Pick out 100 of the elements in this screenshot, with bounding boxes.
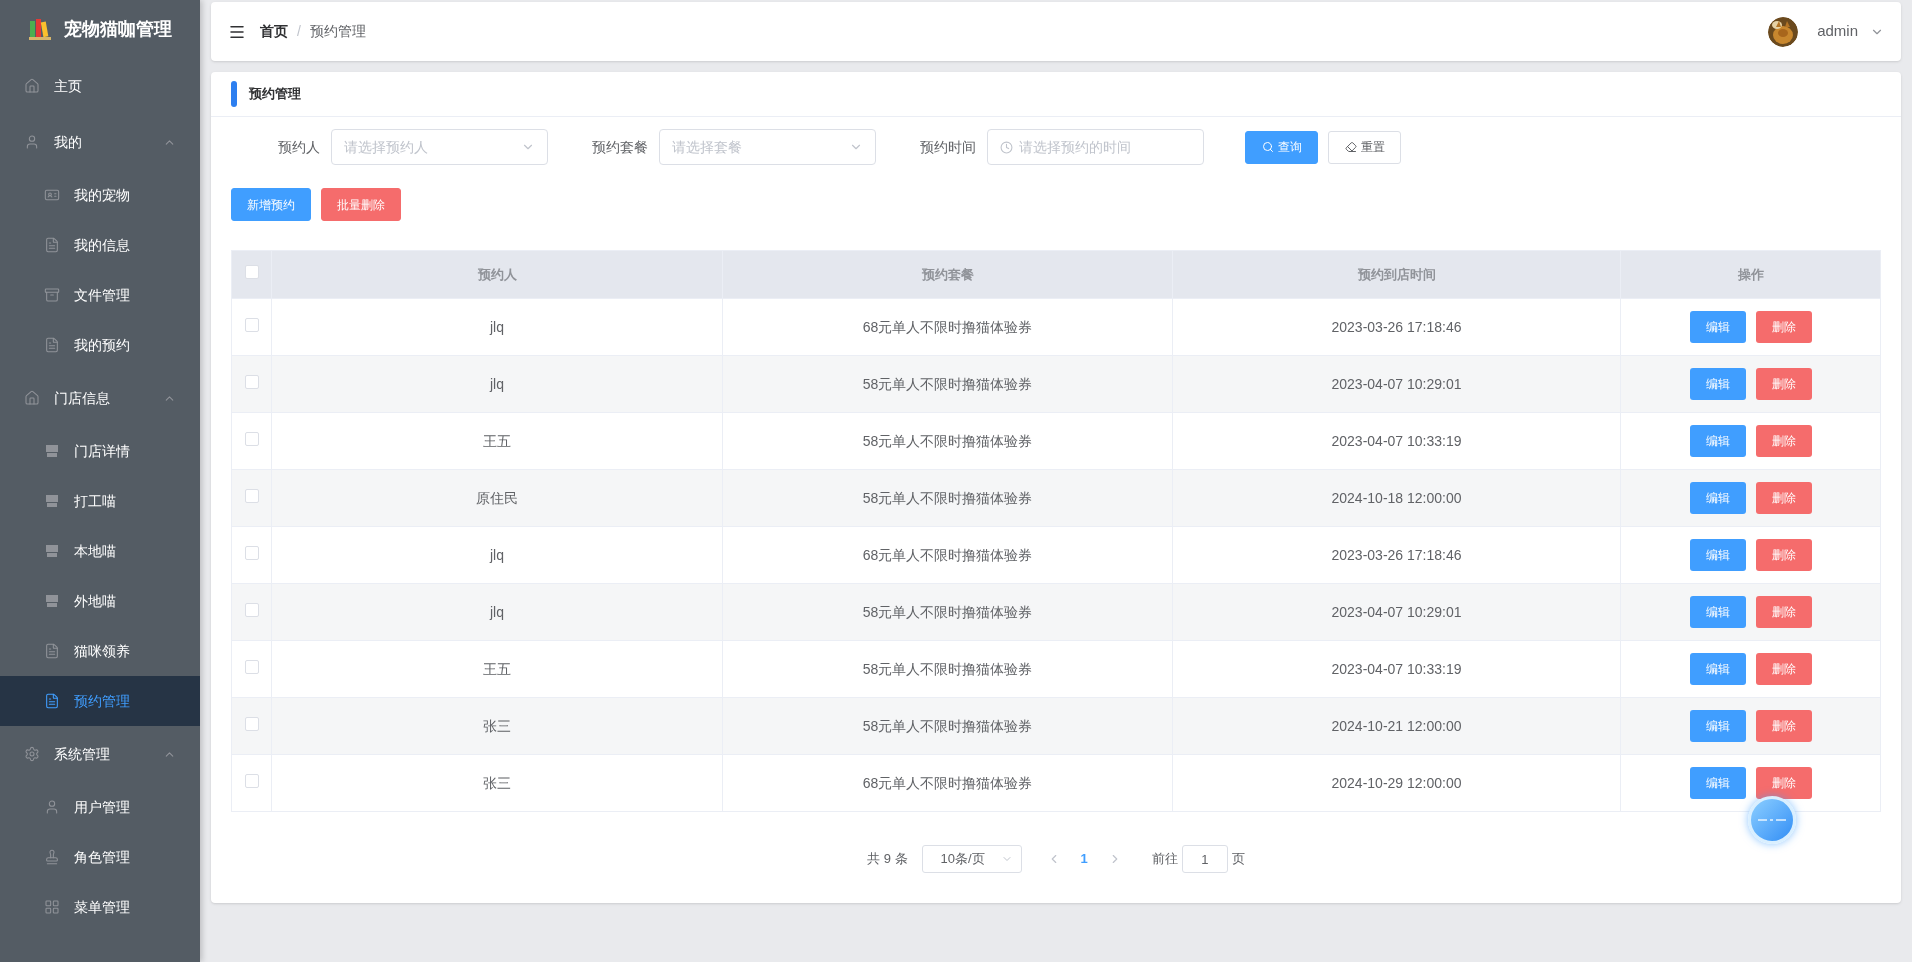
menu-item[interactable]: 本地喵 <box>0 526 200 576</box>
menu-group[interactable]: 门店信息 <box>0 370 200 426</box>
table-cell: jlq <box>271 583 723 641</box>
checkbox[interactable] <box>244 317 259 332</box>
select-field[interactable]: 请选择预约人 <box>331 129 548 165</box>
edit-button[interactable]: 编辑 <box>1689 368 1746 400</box>
edit-button[interactable]: 编辑 <box>1689 710 1746 742</box>
table-cell: 2023-03-26 17:18:46 <box>1172 526 1621 584</box>
shop-icon <box>44 443 60 459</box>
goto-label: 前往 <box>1151 850 1178 869</box>
checkbox[interactable] <box>244 716 259 731</box>
delete-button[interactable]: 删除 <box>1755 311 1812 343</box>
document-icon <box>44 237 60 253</box>
edit-button[interactable]: 编辑 <box>1689 767 1746 799</box>
checkbox[interactable] <box>244 545 259 560</box>
edit-button[interactable]: 编辑 <box>1689 653 1746 685</box>
menu-item[interactable]: 文件管理 <box>0 270 200 320</box>
reset-button[interactable]: 重置 <box>1328 130 1401 164</box>
table-cell: 68元单人不限时撸猫体验券 <box>722 298 1173 356</box>
column-header: 预约到店时间 <box>1172 250 1621 299</box>
checkbox[interactable] <box>244 431 259 446</box>
menu-item[interactable]: 角色管理 <box>0 832 200 882</box>
menu-item[interactable]: 猫咪领养 <box>0 626 200 676</box>
delete-button[interactable]: 删除 <box>1755 767 1812 799</box>
page-size-select[interactable]: 10条/页 <box>921 845 1022 873</box>
checkbox[interactable] <box>244 374 259 389</box>
delete-button[interactable]: 删除 <box>1755 368 1812 400</box>
edit-button[interactable]: 编辑 <box>1689 596 1746 628</box>
table-cell: 58元单人不限时撸猫体验券 <box>722 583 1173 641</box>
badge-icon <box>44 187 60 203</box>
menu-group[interactable]: 主页 <box>0 58 200 114</box>
app-title: 宠物猫咖管理 <box>64 17 172 41</box>
column-header: 预约套餐 <box>722 250 1173 299</box>
delete-button[interactable]: 删除 <box>1755 425 1812 457</box>
shop-icon <box>44 593 60 609</box>
menu-item[interactable]: 菜单管理 <box>0 882 200 932</box>
floating-assistant-button[interactable] <box>1748 796 1796 844</box>
delete-button[interactable]: 删除 <box>1755 482 1812 514</box>
table-cell: 张三 <box>271 697 723 755</box>
column-header: 操作 <box>1620 250 1881 299</box>
breadcrumb-item[interactable]: 首页 <box>260 21 288 42</box>
table-cell: 58元单人不限时撸猫体验券 <box>722 412 1173 470</box>
table-cell: 2023-03-26 17:18:46 <box>1172 298 1621 356</box>
edit-button[interactable]: 编辑 <box>1689 311 1746 343</box>
stamp-icon <box>44 849 60 865</box>
menu-item[interactable]: 我的宠物 <box>0 170 200 220</box>
delete-button[interactable]: 删除 <box>1755 539 1812 571</box>
menu-item[interactable]: 门店详情 <box>0 426 200 476</box>
checkbox[interactable] <box>244 659 259 674</box>
house-icon <box>24 78 40 94</box>
menu-item[interactable]: 我的信息 <box>0 220 200 270</box>
user-icon <box>24 134 40 150</box>
menu-group[interactable]: 我的 <box>0 114 200 170</box>
search-icon <box>1261 141 1274 153</box>
title-marker <box>231 81 237 107</box>
menu-item[interactable]: 我的预约 <box>0 320 200 370</box>
shop-icon <box>44 543 60 559</box>
menu-item[interactable]: 外地喵 <box>0 576 200 626</box>
table-cell: 68元单人不限时撸猫体验券 <box>722 526 1173 584</box>
batch-delete-button[interactable]: 批量删除 <box>321 188 401 221</box>
edit-button[interactable]: 编辑 <box>1689 482 1746 514</box>
grid-icon <box>44 899 60 915</box>
delete-button[interactable]: 删除 <box>1755 653 1812 685</box>
page-input[interactable]: 1 <box>1181 845 1228 873</box>
table-cell: 2023-04-07 10:33:19 <box>1172 412 1621 470</box>
table-cell: jlq <box>271 298 723 356</box>
menu-item[interactable]: 用户管理 <box>0 782 200 832</box>
table-cell: 2023-04-07 10:29:01 <box>1172 583 1621 641</box>
checkbox[interactable] <box>244 773 259 788</box>
table-cell: 2024-10-21 12:00:00 <box>1172 697 1621 755</box>
edit-button[interactable]: 编辑 <box>1689 425 1746 457</box>
clock-icon <box>1000 140 1013 154</box>
table-cell: jlq <box>271 526 723 584</box>
delete-button[interactable]: 删除 <box>1755 596 1812 628</box>
checkbox[interactable] <box>244 602 259 617</box>
add-button[interactable]: 新增预约 <box>231 188 311 221</box>
document-icon <box>44 337 60 353</box>
table-cell: 2024-10-29 12:00:00 <box>1172 754 1621 812</box>
filter-label: 预约时间 <box>919 137 977 157</box>
date-picker[interactable]: 请选择预约的时间 <box>987 129 1204 165</box>
checkbox[interactable] <box>244 265 259 279</box>
menu-item[interactable]: 预约管理 <box>0 676 200 726</box>
card-title: 预约管理 <box>249 85 301 104</box>
edit-button[interactable]: 编辑 <box>1689 539 1746 571</box>
goto-suffix: 页 <box>1231 850 1245 869</box>
total-count: 共 9 条 <box>867 850 908 869</box>
checkbox[interactable] <box>244 488 259 503</box>
select-field[interactable]: 请选择套餐 <box>659 129 876 165</box>
user-name[interactable]: admin <box>1817 20 1858 43</box>
search-button[interactable]: 查询 <box>1245 130 1318 164</box>
table-cell: 58元单人不限时撸猫体验券 <box>722 640 1173 698</box>
table-cell: 王五 <box>271 412 723 470</box>
menu-group[interactable]: 系统管理 <box>0 726 200 782</box>
table-cell: 58元单人不限时撸猫体验券 <box>722 355 1173 413</box>
menu-group-label: 我的 <box>54 132 82 152</box>
table-cell: 王五 <box>271 640 723 698</box>
books-logo-icon <box>28 17 52 41</box>
menu-item[interactable]: 打工喵 <box>0 476 200 526</box>
page-number[interactable]: 1 <box>1080 849 1088 869</box>
delete-button[interactable]: 删除 <box>1755 710 1812 742</box>
